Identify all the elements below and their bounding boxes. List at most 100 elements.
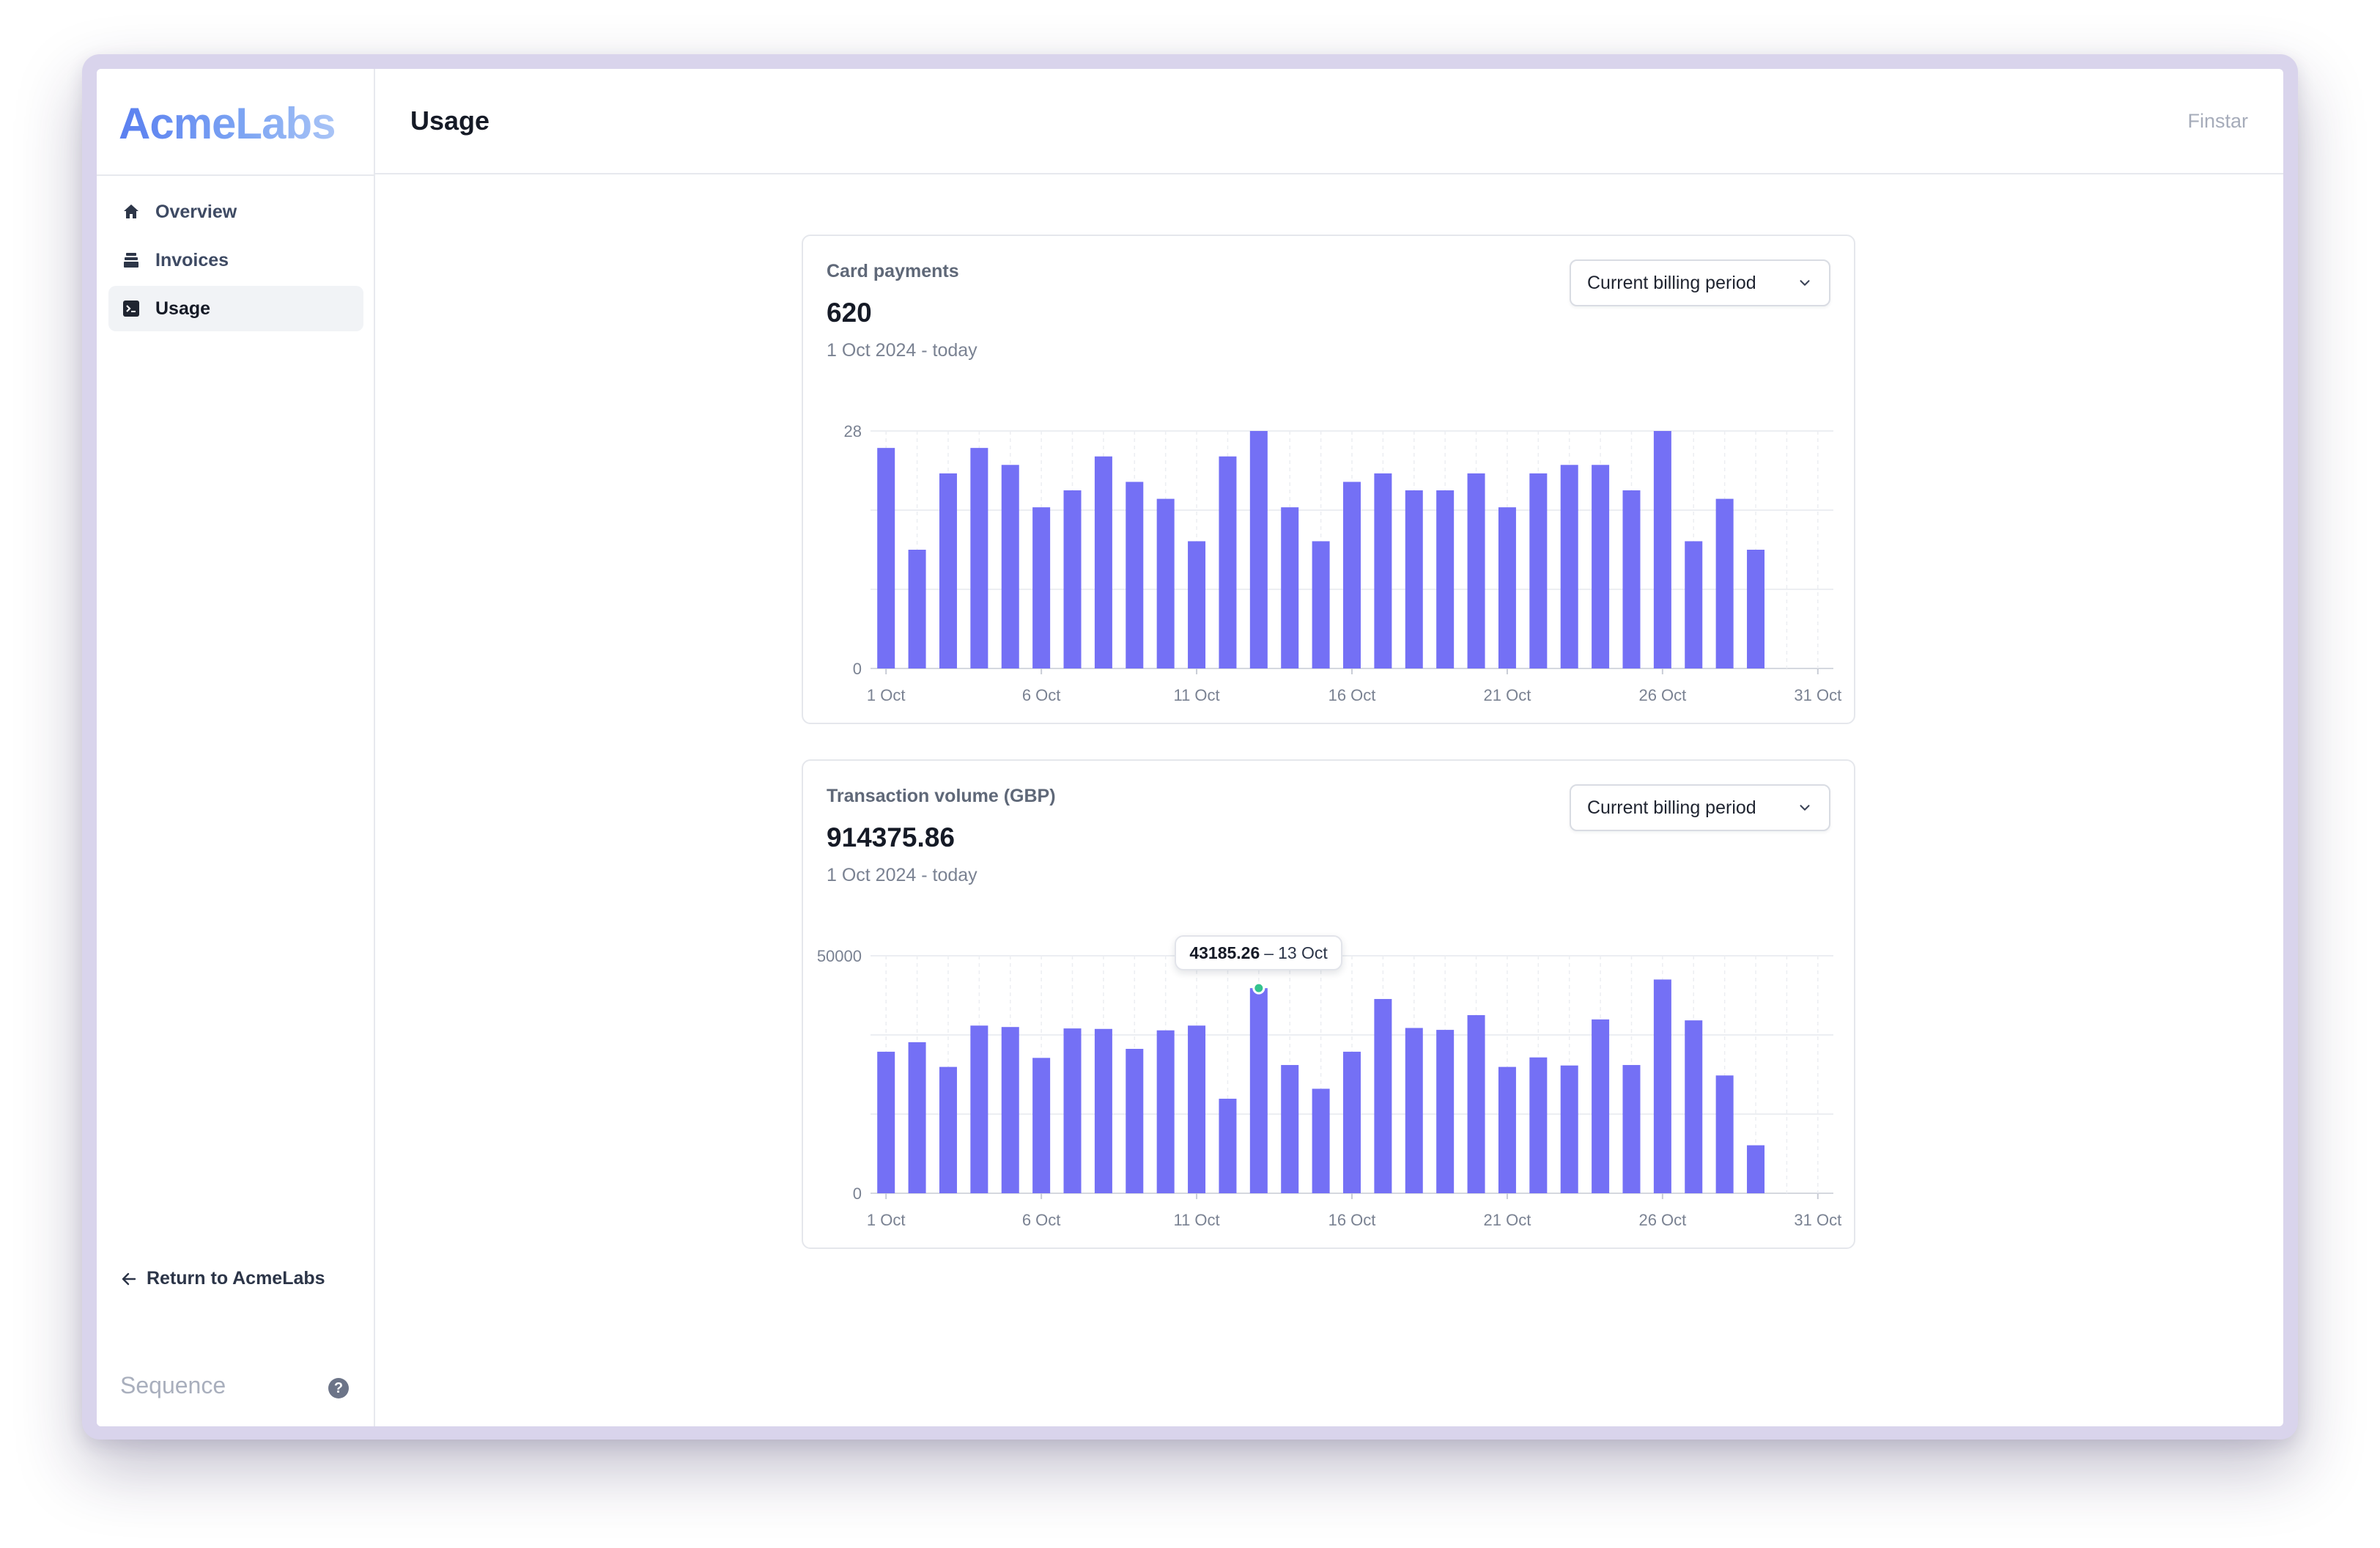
x-tick-label: 21 Oct [1484, 686, 1531, 704]
sidebar-item-invoices[interactable]: Invoices [108, 237, 363, 283]
bar [908, 1042, 926, 1193]
sidebar-item-overview[interactable]: Overview [108, 189, 363, 235]
x-tick-label: 1 Oct [867, 686, 906, 704]
card-date-range: 1 Oct 2024 - today [827, 340, 978, 361]
bar [1374, 473, 1392, 668]
bar [1188, 1025, 1206, 1193]
bar [1560, 465, 1578, 668]
chevron-down-icon [1800, 280, 1810, 286]
bar [939, 473, 957, 668]
card-label: Transaction volume (GBP) [827, 786, 1056, 806]
app-window: AcmeLabs Overview Invoices Usage Return … [97, 69, 2283, 1426]
bar [1374, 998, 1392, 1193]
bar [1436, 1030, 1455, 1193]
bar [1001, 1027, 1019, 1193]
card-payments-card: Card payments 620 1 Oct 2024 - today Cur… [802, 235, 1855, 724]
bar [1715, 498, 1734, 668]
acmelabs-logo[interactable]: AcmeLabs [119, 98, 336, 149]
bar [1529, 1057, 1548, 1193]
bar [877, 448, 895, 668]
bar [1249, 431, 1268, 668]
bar [1592, 465, 1610, 668]
period-select-value: Current billing period [1587, 797, 1756, 818]
bar [1560, 1065, 1578, 1193]
x-tick-label: 26 Oct [1638, 686, 1686, 704]
bar [1715, 1075, 1734, 1193]
bar [1156, 1030, 1175, 1193]
topbar: Usage Finstar [375, 69, 2283, 174]
bar [970, 1025, 988, 1193]
return-to-acmelabs-link[interactable]: Return to AcmeLabs [120, 1268, 325, 1289]
org-name: Finstar [2187, 110, 2248, 132]
tooltip-separator: – [1264, 943, 1274, 962]
bar [1467, 473, 1485, 668]
sidebar-divider [97, 174, 375, 176]
bar [1343, 482, 1361, 668]
x-tick-label: 16 Oct [1328, 686, 1376, 704]
bar [1249, 988, 1268, 1193]
bar [1467, 1015, 1485, 1193]
card-payments-chart: 28 0 1 Oct 6 Oct 11 Oct 16 Oct 21 Oct 26 Oct 31 … [844, 422, 1842, 704]
transaction-volume-card: Transaction volume (GBP) 914375.86 1 Oct… [802, 759, 1855, 1249]
return-label: Return to AcmeLabs [147, 1268, 325, 1289]
sidebar-item-usage[interactable]: Usage [108, 286, 363, 331]
bar [1747, 1145, 1765, 1193]
bar [1219, 1099, 1237, 1193]
billing-period-select[interactable]: Current billing period [1570, 259, 1830, 306]
bar [970, 448, 988, 668]
chevron-down-icon [1800, 805, 1810, 811]
y-tick-label: 28 [844, 422, 862, 441]
card-value: 620 [827, 298, 872, 328]
invoices-icon [122, 251, 141, 270]
y-tick-label: 0 [853, 1184, 862, 1203]
bar [1747, 550, 1765, 668]
page-title: Usage [410, 106, 490, 136]
x-tick-label: 11 Oct [1173, 686, 1219, 704]
bar [1498, 1066, 1516, 1193]
x-tick-label: 26 Oct [1638, 1211, 1686, 1229]
bar [1653, 431, 1671, 668]
tooltip-value: 43185.26 [1189, 943, 1260, 962]
sidebar-item-label: Invoices [155, 249, 229, 270]
x-tick-label: 21 Oct [1484, 1211, 1531, 1229]
bar [1436, 490, 1455, 668]
bar [1094, 1028, 1112, 1193]
sequence-brand: Sequence [120, 1372, 226, 1398]
x-tick-label: 6 Oct [1022, 686, 1061, 704]
card-value: 914375.86 [827, 822, 955, 852]
sidebar-item-label: Usage [155, 298, 211, 319]
x-tick-label: 31 Oct [1794, 1211, 1841, 1229]
bar [1653, 979, 1671, 1193]
bar [1188, 541, 1206, 668]
bar [1622, 490, 1641, 668]
y-tick-label: 0 [853, 660, 862, 678]
bar [1156, 498, 1175, 668]
bar [1685, 541, 1703, 668]
tooltip-date: 13 Oct [1278, 943, 1328, 962]
bar [1622, 1065, 1641, 1193]
x-tick-label: 16 Oct [1328, 1211, 1376, 1229]
bar [1032, 507, 1051, 668]
help-icon[interactable]: ? [328, 1378, 349, 1398]
sidebar-nav: Overview Invoices Usage [108, 189, 363, 334]
chart-tooltip: 43185.26 – 13 Oct [1175, 935, 1342, 971]
bar [1281, 1065, 1299, 1193]
billing-period-select[interactable]: Current billing period [1570, 784, 1830, 831]
home-icon [122, 202, 141, 221]
bar [1001, 465, 1019, 668]
bar [1281, 507, 1299, 668]
bar [1094, 456, 1112, 668]
card-label: Card payments [827, 261, 959, 281]
bar [1219, 456, 1237, 668]
bar [1032, 1058, 1051, 1193]
x-tick-label: 31 Oct [1794, 686, 1841, 704]
highlight-point [1252, 981, 1265, 995]
bar [1405, 490, 1423, 668]
bar [1063, 490, 1082, 668]
bar [1405, 1028, 1423, 1193]
arrow-left-icon [122, 1272, 136, 1285]
bar [1063, 1028, 1082, 1193]
x-tick-label: 6 Oct [1022, 1211, 1061, 1229]
terminal-icon [122, 299, 141, 318]
y-tick-label: 50000 [817, 947, 862, 965]
